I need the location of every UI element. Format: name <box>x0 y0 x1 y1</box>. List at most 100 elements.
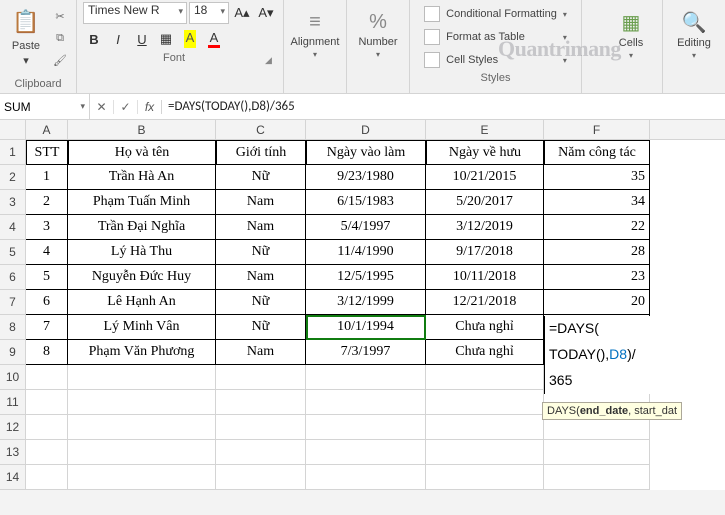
cell[interactable]: 34 <box>544 190 650 215</box>
cell[interactable]: Lý Minh Vân <box>68 315 216 340</box>
cell[interactable]: 10/1/1994 <box>306 315 426 340</box>
select-all-corner[interactable] <box>0 120 26 139</box>
editing-button[interactable]: 🔍 Editing ▾ <box>669 2 719 68</box>
row-header[interactable]: 4 <box>0 215 26 240</box>
cell[interactable]: Trần Hà An <box>68 165 216 190</box>
font-color-button[interactable]: A <box>203 28 225 50</box>
number-button[interactable]: % Number ▾ <box>353 2 403 68</box>
font-size-select[interactable]: 18 <box>189 2 229 24</box>
cell[interactable]: 5/4/1997 <box>306 215 426 240</box>
cell[interactable]: 4 <box>26 240 68 265</box>
row-header[interactable]: 9 <box>0 340 26 365</box>
cell[interactable]: 35 <box>544 165 650 190</box>
cell[interactable]: 5 <box>26 265 68 290</box>
conditional-formatting-button[interactable]: Conditional Formatting▾ <box>420 4 571 24</box>
cell[interactable]: 7 <box>26 315 68 340</box>
column-header[interactable]: C <box>216 120 306 139</box>
cut-button[interactable]: ✂ <box>50 6 70 26</box>
cell[interactable]: Lý Hà Thu <box>68 240 216 265</box>
column-header[interactable]: B <box>68 120 216 139</box>
cell[interactable]: 23 <box>544 265 650 290</box>
cell[interactable]: Nam <box>216 190 306 215</box>
cell[interactable]: Nữ <box>216 165 306 190</box>
cell[interactable]: Chưa nghỉ <box>426 340 544 365</box>
cell[interactable]: Nam <box>216 215 306 240</box>
cell-edit-overlay[interactable]: =DAYS( TODAY(),D8)/ 365 <box>544 316 662 394</box>
enter-button[interactable]: ✓ <box>114 100 138 114</box>
border-button[interactable]: ▦ <box>155 28 177 50</box>
cell[interactable]: Ngày về hưu <box>426 140 544 165</box>
column-header[interactable]: A <box>26 120 68 139</box>
row-header[interactable]: 12 <box>0 415 26 440</box>
cell[interactable]: Trần Đại Nghĩa <box>68 215 216 240</box>
row-header[interactable]: 2 <box>0 165 26 190</box>
cell[interactable]: 3/12/1999 <box>306 290 426 315</box>
row-header[interactable]: 1 <box>0 140 26 165</box>
cell[interactable]: 2 <box>26 190 68 215</box>
cell[interactable]: Nguyễn Đức Huy <box>68 265 216 290</box>
formula-input[interactable]: =DAYS(TODAY(),D8)/365 <box>162 94 725 119</box>
name-box[interactable]: SUM▾ <box>0 94 90 119</box>
cell[interactable]: Nữ <box>216 240 306 265</box>
cell[interactable]: 9/23/1980 <box>306 165 426 190</box>
spreadsheet-grid[interactable]: A B C D E F 1 STT Họ và tên Giới tính Ng… <box>0 120 725 490</box>
copy-button[interactable]: ⧉ <box>50 28 70 48</box>
cell[interactable]: 20 <box>544 290 650 315</box>
row-header[interactable]: 10 <box>0 365 26 390</box>
cell[interactable]: 1 <box>26 165 68 190</box>
cell[interactable]: Chưa nghỉ <box>426 315 544 340</box>
bold-button[interactable]: B <box>83 28 105 50</box>
cell[interactable]: Họ và tên <box>68 140 216 165</box>
cancel-button[interactable]: ✕ <box>90 100 114 114</box>
font-family-select[interactable]: Times New R <box>83 2 187 24</box>
fill-color-button[interactable]: A <box>179 28 201 50</box>
row-header[interactable]: 6 <box>0 265 26 290</box>
cell[interactable]: STT <box>26 140 68 165</box>
cell[interactable]: 28 <box>544 240 650 265</box>
cell[interactable]: 7/3/1997 <box>306 340 426 365</box>
cell[interactable]: 6/15/1983 <box>306 190 426 215</box>
cell[interactable]: 12/5/1995 <box>306 265 426 290</box>
paste-button[interactable]: 📋 Paste ▾ <box>6 4 46 67</box>
format-as-table-button[interactable]: Format as Table▾ <box>420 27 571 47</box>
cell[interactable]: 3 <box>26 215 68 240</box>
cell[interactable]: Ngày vào làm <box>306 140 426 165</box>
row-header[interactable]: 14 <box>0 465 26 490</box>
cell[interactable]: 8 <box>26 340 68 365</box>
column-header[interactable]: F <box>544 120 650 139</box>
italic-button[interactable]: I <box>107 28 129 50</box>
cell[interactable]: Nam <box>216 265 306 290</box>
cell[interactable]: 5/20/2017 <box>426 190 544 215</box>
cell[interactable]: Phạm Tuấn Minh <box>68 190 216 215</box>
column-header[interactable]: E <box>426 120 544 139</box>
cell[interactable]: Nữ <box>216 290 306 315</box>
underline-button[interactable]: U <box>131 28 153 50</box>
font-expand-icon[interactable]: ◢ <box>265 55 277 67</box>
cell[interactable]: 3/12/2019 <box>426 215 544 240</box>
cell[interactable]: Nam <box>216 340 306 365</box>
fx-icon[interactable]: fx <box>138 100 162 114</box>
cell[interactable]: 10/21/2015 <box>426 165 544 190</box>
cell[interactable]: 12/21/2018 <box>426 290 544 315</box>
row-header[interactable]: 13 <box>0 440 26 465</box>
cells-button[interactable]: ▦ Cells ▾ <box>606 2 656 68</box>
cell[interactable]: 22 <box>544 215 650 240</box>
row-header[interactable]: 11 <box>0 390 26 415</box>
cell[interactable]: 6 <box>26 290 68 315</box>
row-header[interactable]: 8 <box>0 315 26 340</box>
cell-styles-button[interactable]: Cell Styles▾ <box>420 50 571 70</box>
alignment-button[interactable]: ≡ Alignment ▾ <box>290 2 340 68</box>
increase-font-button[interactable]: A▴ <box>231 2 253 24</box>
row-header[interactable]: 3 <box>0 190 26 215</box>
row-header[interactable]: 7 <box>0 290 26 315</box>
row-header[interactable]: 5 <box>0 240 26 265</box>
cell[interactable]: Nữ <box>216 315 306 340</box>
format-painter-button[interactable]: 🖌 <box>50 50 70 70</box>
cell[interactable]: Lê Hạnh An <box>68 290 216 315</box>
cell[interactable]: Năm công tác <box>544 140 650 165</box>
cell[interactable]: 9/17/2018 <box>426 240 544 265</box>
cell[interactable]: Phạm Văn Phương <box>68 340 216 365</box>
cell[interactable]: Giới tính <box>216 140 306 165</box>
decrease-font-button[interactable]: A▾ <box>255 2 277 24</box>
cell[interactable]: 11/4/1990 <box>306 240 426 265</box>
